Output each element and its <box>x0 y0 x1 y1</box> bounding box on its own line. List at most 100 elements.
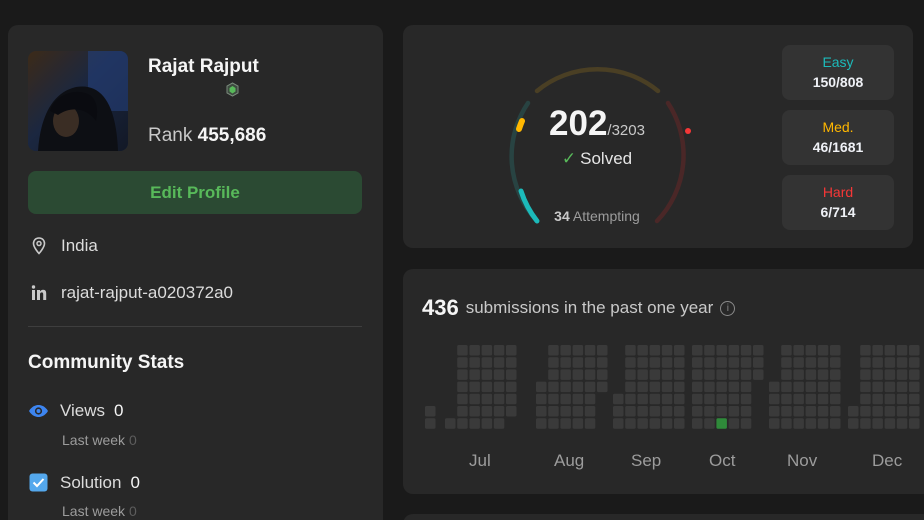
heatmap-cell[interactable] <box>884 345 896 356</box>
heatmap-cell[interactable] <box>740 381 752 393</box>
heatmap-cell[interactable] <box>661 345 673 356</box>
heatmap-cell[interactable] <box>830 406 841 417</box>
heatmap-cell[interactable] <box>548 357 559 368</box>
heatmap-cell[interactable] <box>692 345 703 356</box>
heatmap-cell[interactable] <box>909 381 920 393</box>
heatmap-cell[interactable] <box>872 418 883 429</box>
heatmap-cell[interactable] <box>506 406 517 417</box>
heatmap-cell[interactable] <box>506 393 517 405</box>
heatmap-cell[interactable] <box>469 381 480 393</box>
heatmap-cell[interactable] <box>805 381 817 393</box>
heatmap-cell[interactable] <box>884 393 896 405</box>
heatmap-cell[interactable] <box>560 345 571 356</box>
heatmap-cell[interactable] <box>625 357 636 368</box>
heatmap-cell[interactable] <box>692 418 703 429</box>
heatmap-cell[interactable] <box>548 406 559 417</box>
heatmap-cell[interactable] <box>457 381 468 393</box>
heatmap-cell[interactable] <box>909 393 920 405</box>
heatmap-cell[interactable] <box>793 357 804 368</box>
heatmap-cell[interactable] <box>661 393 673 405</box>
heatmap-cell[interactable] <box>860 369 871 380</box>
heatmap-cell[interactable] <box>805 406 817 417</box>
heatmap-cell[interactable] <box>728 345 740 356</box>
heatmap-cell[interactable] <box>536 393 547 405</box>
easy-stat[interactable]: Easy 150/808 <box>782 45 894 100</box>
heatmap-cell[interactable] <box>704 369 715 380</box>
heatmap-cell[interactable] <box>548 345 559 356</box>
heatmap-cell[interactable] <box>637 393 648 405</box>
heatmap-cell[interactable] <box>469 393 480 405</box>
heatmap-cell[interactable] <box>872 345 883 356</box>
heatmap-cell[interactable] <box>884 369 896 380</box>
heatmap-cell[interactable] <box>674 357 685 368</box>
heatmap-cell[interactable] <box>572 381 584 393</box>
heatmap-cell[interactable] <box>753 369 764 380</box>
heatmap-cell[interactable] <box>728 393 740 405</box>
heatmap-cell[interactable] <box>830 418 841 429</box>
heatmap-cell[interactable] <box>728 406 740 417</box>
heatmap-cell[interactable] <box>637 381 648 393</box>
heatmap-cell[interactable] <box>728 418 740 429</box>
heatmap-cell[interactable] <box>625 369 636 380</box>
heatmap-cell[interactable] <box>740 345 752 356</box>
heatmap-cell[interactable] <box>493 406 505 417</box>
heatmap-cell[interactable] <box>817 381 829 393</box>
heatmap-cell[interactable] <box>661 418 673 429</box>
heatmap-cell[interactable] <box>597 381 608 393</box>
heatmap-cell[interactable] <box>625 418 636 429</box>
heatmap-cell[interactable] <box>817 406 829 417</box>
heatmap-cell[interactable] <box>692 406 703 417</box>
heatmap-cell[interactable] <box>781 393 792 405</box>
heatmap-cell[interactable] <box>493 345 505 356</box>
heatmap-cell[interactable] <box>469 357 480 368</box>
heatmap-cell[interactable] <box>674 406 685 417</box>
heatmap-cell[interactable] <box>637 345 648 356</box>
heatmap-cell[interactable] <box>457 345 468 356</box>
heatmap-cell[interactable] <box>830 369 841 380</box>
heatmap-cell[interactable] <box>740 357 752 368</box>
heatmap-cell[interactable] <box>872 357 883 368</box>
heatmap-cell[interactable] <box>781 357 792 368</box>
heatmap-cell[interactable] <box>805 393 817 405</box>
heatmap-cell[interactable] <box>457 406 468 417</box>
heatmap-cell[interactable] <box>728 381 740 393</box>
heatmap-cell[interactable] <box>740 393 752 405</box>
heatmap-cell[interactable] <box>649 357 661 368</box>
heatmap-cell[interactable] <box>860 406 871 417</box>
heatmap-cell[interactable] <box>716 406 727 417</box>
heatmap-cell[interactable] <box>716 369 727 380</box>
heatmap-cell[interactable] <box>848 418 859 429</box>
heatmap-cell[interactable] <box>728 369 740 380</box>
heatmap-cell[interactable] <box>830 357 841 368</box>
heatmap-cell[interactable] <box>506 369 517 380</box>
heatmap-cell[interactable] <box>469 418 480 429</box>
heatmap-cell[interactable] <box>884 418 896 429</box>
heatmap-cell[interactable] <box>597 369 608 380</box>
heatmap-cell[interactable] <box>613 418 624 429</box>
heatmap-cell[interactable] <box>469 406 480 417</box>
heatmap-cell[interactable] <box>704 381 715 393</box>
heatmap-cell[interactable] <box>781 381 792 393</box>
heatmap-cell[interactable] <box>896 406 908 417</box>
heatmap-cell[interactable] <box>584 393 596 405</box>
heatmap-cell[interactable] <box>740 406 752 417</box>
heatmap-cell[interactable] <box>506 357 517 368</box>
heatmap-cell[interactable] <box>909 406 920 417</box>
heatmap-cell[interactable] <box>560 381 571 393</box>
heatmap-cell[interactable] <box>548 381 559 393</box>
heatmap-cell[interactable] <box>425 406 436 417</box>
heatmap-cell[interactable] <box>481 418 493 429</box>
heatmap-cell[interactable] <box>817 345 829 356</box>
heatmap-cell[interactable] <box>896 345 908 356</box>
linkedin-text[interactable]: rajat-rajput-a020372a0 <box>61 283 233 303</box>
heatmap-cell[interactable] <box>740 369 752 380</box>
heatmap-cell[interactable] <box>493 418 505 429</box>
heatmap-cell[interactable] <box>584 381 596 393</box>
heatmap-cell[interactable] <box>793 393 804 405</box>
heatmap-cell[interactable] <box>884 381 896 393</box>
heatmap-cell[interactable] <box>909 418 920 429</box>
heatmap-cell[interactable] <box>872 381 883 393</box>
heatmap-cell[interactable] <box>625 345 636 356</box>
heatmap-cell[interactable] <box>560 393 571 405</box>
heatmap-cell[interactable] <box>481 369 493 380</box>
